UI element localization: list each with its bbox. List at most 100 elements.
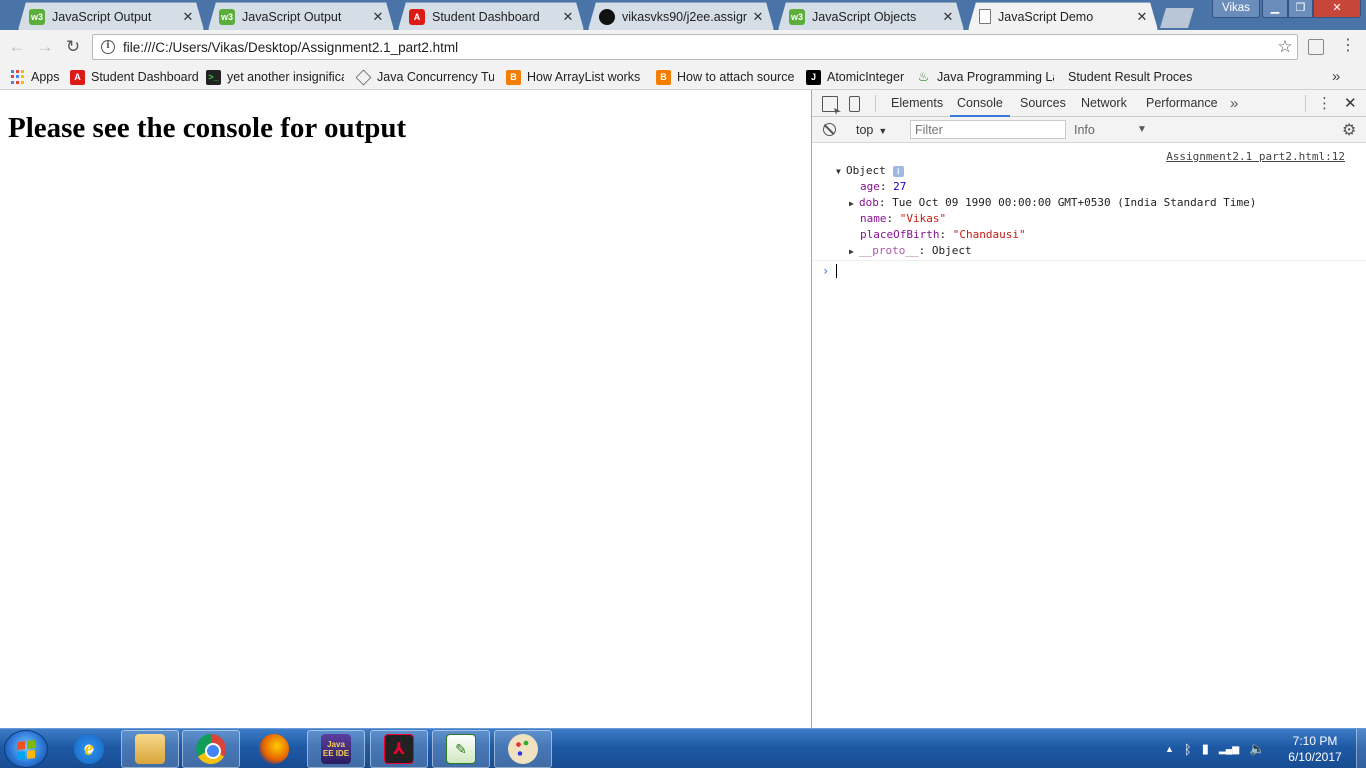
more-tabs-icon[interactable]: »: [1230, 90, 1238, 117]
devtools-tab-sources[interactable]: Sources: [1013, 90, 1073, 117]
close-tab-icon[interactable]: ✕: [1135, 9, 1149, 25]
tab-title: vikasvks90/j2ee.assignm: [622, 9, 747, 24]
system-clock[interactable]: 7:10 PM 6/10/2017: [1282, 733, 1348, 765]
notepad-plus-icon: ✎: [446, 734, 476, 764]
bookmark-item[interactable]: J AtomicInteger: [806, 68, 910, 86]
property-sep: :: [918, 244, 932, 257]
browser-toolbar: ← → ↻ i ☆ ⋮: [0, 30, 1366, 64]
browser-menu-icon[interactable]: ⋮: [1340, 37, 1356, 55]
expanded-triangle-icon[interactable]: ▼: [836, 167, 846, 176]
page-info-icon[interactable]: i: [101, 40, 115, 54]
profile-button[interactable]: Vikas: [1212, 0, 1260, 18]
context-selector[interactable]: top ▼: [856, 123, 887, 137]
network-signal-icon[interactable]: ▂▄▆: [1219, 744, 1239, 755]
extension-icon[interactable]: [1308, 39, 1324, 55]
forward-button[interactable]: →: [34, 36, 56, 58]
bookmark-label: Apps: [31, 70, 60, 84]
taskbar-firefox[interactable]: [245, 730, 303, 768]
devtools-menu-icon[interactable]: ⋮: [1317, 90, 1332, 117]
info-icon[interactable]: i: [892, 166, 904, 177]
bookmark-item[interactable]: >_ yet another insignifica: [206, 68, 344, 86]
bookmark-item[interactable]: Student Result Proces: [1068, 68, 1202, 86]
taskbar-acrobat[interactable]: ⅄: [370, 730, 428, 768]
reload-button[interactable]: ↻: [62, 36, 84, 58]
console-settings-icon[interactable]: ⚙: [1342, 120, 1356, 140]
console-object-root[interactable]: ▼ Object i: [836, 164, 904, 177]
volume-icon[interactable]: 🔈: [1249, 741, 1265, 757]
console-input-caret[interactable]: [836, 264, 837, 278]
paint-icon: [508, 734, 538, 764]
taskbar-notepad-plus[interactable]: ✎: [432, 730, 490, 768]
object-property[interactable]: ▶ dob: Tue Oct 09 1990 00:00:00 GMT+0530 …: [849, 196, 1256, 209]
collapsed-triangle-icon[interactable]: ▶: [849, 247, 859, 256]
battery-icon[interactable]: ▮: [1202, 741, 1209, 757]
start-button[interactable]: [4, 730, 48, 768]
clear-console-icon[interactable]: [823, 123, 836, 136]
bookmark-item[interactable]: ♨ Java Programming La: [916, 68, 1054, 86]
blogger-icon: B: [506, 69, 521, 85]
more-bookmarks-icon[interactable]: »: [1332, 68, 1340, 85]
bookmark-label: Student Result Proces: [1068, 70, 1193, 84]
show-desktop-button[interactable]: [1356, 729, 1366, 768]
bookmark-item[interactable]: A Student Dashboard: [70, 68, 200, 86]
back-button[interactable]: ←: [6, 36, 28, 58]
browser-tab[interactable]: w3 JavaScript Output ✕: [18, 2, 204, 30]
close-window-button[interactable]: ✕: [1313, 0, 1361, 18]
address-bar[interactable]: i ☆: [92, 34, 1298, 60]
collapsed-triangle-icon[interactable]: ▶: [849, 199, 859, 208]
source-link[interactable]: Assignment2.1 part2.html:12: [1166, 150, 1345, 163]
inspect-element-icon[interactable]: [822, 96, 838, 112]
new-tab-button[interactable]: [1160, 8, 1194, 28]
tab-title: JavaScript Objects: [812, 9, 917, 24]
taskbar-paint[interactable]: [494, 730, 552, 768]
close-tab-icon[interactable]: ✕: [181, 9, 195, 25]
dropdown-arrow-icon: ▼: [878, 126, 888, 136]
bookmark-item[interactable]: Java Concurrency Tuto: [356, 68, 494, 86]
devtools-tab-network[interactable]: Network: [1074, 90, 1134, 117]
document-icon: [979, 9, 991, 24]
taskbar-java-ee-ide[interactable]: Java EE IDE: [307, 730, 365, 768]
java-ee-ide-icon: Java EE IDE: [321, 734, 351, 764]
url-input[interactable]: [123, 39, 1273, 55]
close-devtools-icon[interactable]: ✕: [1344, 90, 1357, 117]
dropdown-arrow-icon[interactable]: ▼: [1137, 124, 1147, 135]
browser-tab[interactable]: A Student Dashboard ✕: [398, 2, 584, 30]
devtools-tab-performance[interactable]: Performance: [1139, 90, 1225, 117]
object-label: Object: [846, 164, 886, 177]
console-filter-input[interactable]: [910, 120, 1066, 139]
show-hidden-icons[interactable]: ▲: [1165, 744, 1174, 754]
log-level-selector[interactable]: Info: [1074, 123, 1095, 137]
system-tray: ▲ ᛒ ▮ ▂▄▆ 🔈: [1160, 729, 1270, 768]
context-label: top: [856, 123, 874, 137]
browser-tab[interactable]: w3 JavaScript Output ✕: [208, 2, 394, 30]
device-toolbar-icon[interactable]: [849, 96, 860, 112]
bookmark-label: How ArrayList works i: [527, 70, 644, 84]
browser-tab-active[interactable]: JavaScript Demo ✕: [968, 2, 1158, 30]
devtools-tab-console[interactable]: Console: [950, 90, 1010, 117]
taskbar-chrome[interactable]: [182, 730, 240, 768]
object-property: name: "Vikas": [860, 212, 946, 225]
minimize-button[interactable]: ▁: [1262, 0, 1288, 18]
browser-tab[interactable]: vikasvks90/j2ee.assignm ✕: [588, 2, 774, 30]
close-tab-icon[interactable]: ✕: [751, 9, 765, 25]
bookmark-apps[interactable]: Apps: [10, 68, 65, 86]
property-sep: :: [879, 180, 894, 193]
diamond-icon: [356, 69, 372, 85]
close-tab-icon[interactable]: ✕: [941, 9, 955, 25]
bookmark-star-icon[interactable]: ☆: [1273, 37, 1297, 57]
devtools-tab-elements[interactable]: Elements: [884, 90, 950, 117]
maximize-button[interactable]: ❐: [1288, 0, 1313, 18]
close-tab-icon[interactable]: ✕: [561, 9, 575, 25]
taskbar-internet-explorer[interactable]: e: [60, 730, 118, 768]
property-sep: :: [886, 212, 900, 225]
bookmark-label: Student Dashboard: [91, 70, 199, 84]
bookmark-item[interactable]: B How to attach source: [656, 68, 794, 86]
object-property[interactable]: ▶ __proto__: Object: [849, 244, 972, 257]
bluetooth-icon[interactable]: ᛒ: [1184, 742, 1192, 757]
bookmark-item[interactable]: B How ArrayList works i: [506, 68, 644, 86]
browser-tab[interactable]: w3 JavaScript Objects ✕: [778, 2, 964, 30]
close-tab-icon[interactable]: ✕: [371, 9, 385, 25]
tab-title: JavaScript Output: [52, 9, 152, 24]
property-value: Tue Oct 09 1990 00:00:00 GMT+0530 (India…: [892, 196, 1257, 209]
taskbar-file-explorer[interactable]: [121, 730, 179, 768]
